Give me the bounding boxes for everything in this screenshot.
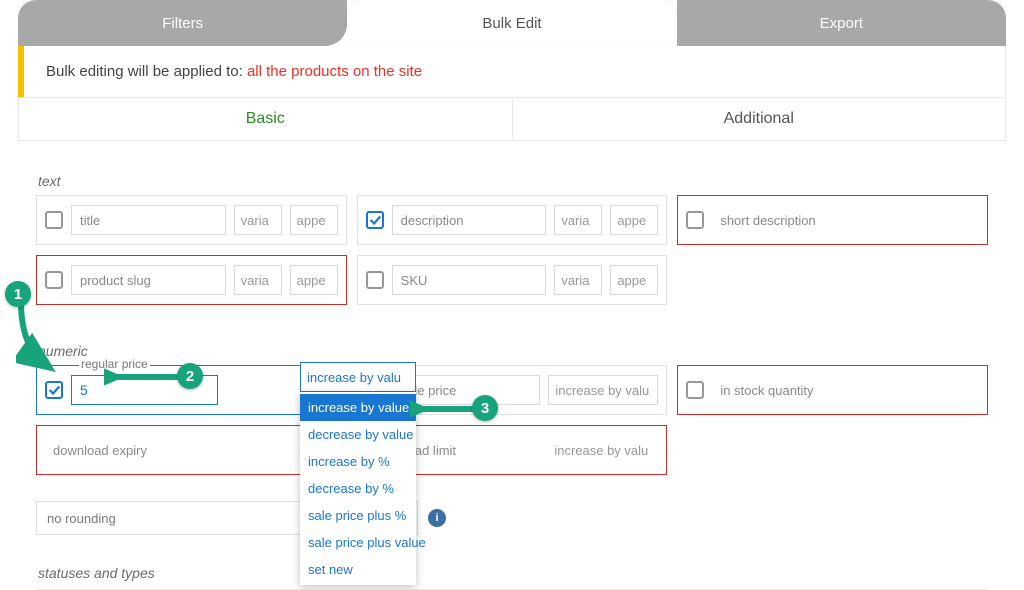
- checkbox-product-slug[interactable]: [45, 271, 63, 289]
- annotation-badge-1: 1: [5, 281, 31, 307]
- subtabstrip: Basic Additional: [19, 97, 1005, 140]
- input-description[interactable]: description: [392, 205, 547, 235]
- annotation-arrow-2: [104, 367, 184, 387]
- section-label-statuses: statuses and types: [38, 565, 988, 581]
- field-short-description: short description: [677, 195, 988, 245]
- tab-bulk-edit[interactable]: Bulk Edit: [347, 0, 676, 46]
- select-sku-mode[interactable]: appe: [610, 265, 658, 295]
- annotation-arrow-3: [410, 399, 480, 419]
- main-tabstrip: Filters Bulk Edit Export: [18, 0, 1006, 46]
- info-icon[interactable]: i: [428, 509, 446, 527]
- checkbox-title[interactable]: [45, 211, 63, 229]
- basic-content: text title varia appe description varia …: [18, 141, 1006, 581]
- section-label-numeric: numeric: [38, 343, 988, 359]
- input-sku[interactable]: SKU: [392, 265, 547, 295]
- input-download-expiry[interactable]: download expiry: [45, 435, 338, 465]
- input-title[interactable]: title: [71, 205, 226, 235]
- select-description-var[interactable]: varia: [554, 205, 602, 235]
- annotation-arrow-1: [16, 297, 66, 377]
- select-title-var[interactable]: varia: [234, 205, 282, 235]
- checkbox-description[interactable]: [366, 211, 384, 229]
- dropdown-option[interactable]: set new: [300, 556, 416, 583]
- dropdown-option[interactable]: sale price plus value: [300, 529, 416, 556]
- checkbox-sku[interactable]: [366, 271, 384, 289]
- select-sale-price-mode[interactable]: increase by valu: [548, 375, 658, 405]
- dropdown-menu-regular-price-mode: increase by value decrease by value incr…: [300, 392, 416, 585]
- select-download-limit-mode[interactable]: increase by valu: [548, 435, 658, 465]
- scope-notice: Bulk editing will be applied to: all the…: [18, 45, 1006, 98]
- checkbox-short-description[interactable]: [686, 211, 704, 229]
- dropdown-option[interactable]: increase by value: [300, 394, 416, 421]
- tab-export[interactable]: Export: [677, 0, 1006, 46]
- field-sku: SKU varia appe: [357, 255, 668, 305]
- select-description-mode[interactable]: appe: [610, 205, 658, 235]
- subtab-basic[interactable]: Basic: [19, 98, 512, 140]
- select-sku-var[interactable]: varia: [554, 265, 602, 295]
- select-title-mode[interactable]: appe: [290, 205, 338, 235]
- dropdown-option[interactable]: increase by %: [300, 448, 416, 475]
- field-stock-qty: in stock quantity: [677, 365, 988, 415]
- dropdown-option[interactable]: decrease by value: [300, 421, 416, 448]
- tab-filters[interactable]: Filters: [18, 0, 347, 46]
- select-slug-var[interactable]: varia: [234, 265, 282, 295]
- dropdown-option[interactable]: decrease by %: [300, 475, 416, 502]
- dropdown-option[interactable]: sale price plus %: [300, 502, 416, 529]
- field-product-slug: product slug varia appe: [36, 255, 347, 305]
- scope-notice-lead: Bulk editing will be applied to:: [46, 63, 247, 80]
- select-regular-price-mode[interactable]: increase by valu: [300, 362, 416, 392]
- field-description: description varia appe: [357, 195, 668, 245]
- input-stock-qty[interactable]: in stock quantity: [712, 375, 979, 405]
- field-title: title varia appe: [36, 195, 347, 245]
- checkbox-regular-price[interactable]: [45, 381, 63, 399]
- annotation-badge-2: 2: [177, 363, 203, 389]
- input-short-description[interactable]: short description: [712, 205, 979, 235]
- panel: Bulk editing will be applied to: all the…: [18, 45, 1006, 141]
- scope-notice-target: all the products on the site: [247, 63, 422, 80]
- section-label-text: text: [38, 173, 988, 189]
- subtab-additional[interactable]: Additional: [512, 98, 1006, 140]
- annotation-badge-3: 3: [472, 395, 498, 421]
- select-slug-mode[interactable]: appe: [290, 265, 338, 295]
- text-fields-grid: title varia appe description varia appe …: [36, 195, 988, 305]
- input-product-slug[interactable]: product slug: [71, 265, 226, 295]
- checkbox-stock-qty[interactable]: [686, 381, 704, 399]
